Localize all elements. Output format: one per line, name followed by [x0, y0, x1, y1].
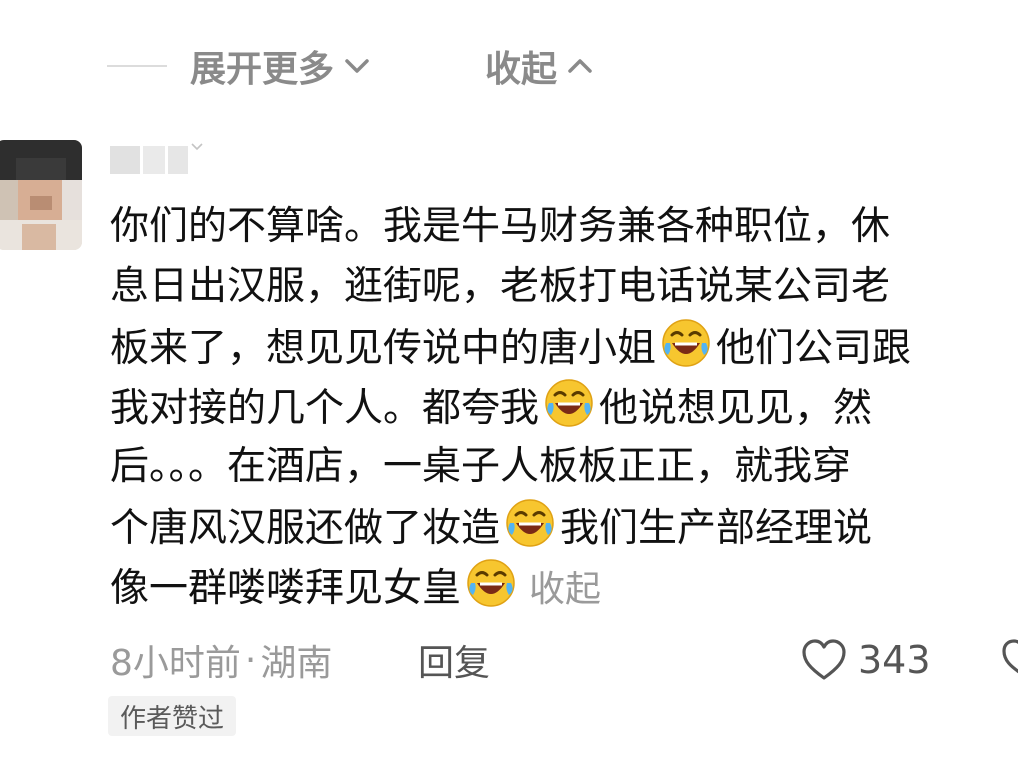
expand-more-label: 展开更多 [190, 49, 335, 90]
laughing-emoji-icon [662, 319, 710, 367]
chevron-up-icon [568, 59, 592, 73]
like-button[interactable]: 343 [800, 631, 931, 689]
comment-meta: 8小时前 · 湖南 [110, 633, 332, 687]
author-badge-label: 作者赞过 [120, 703, 225, 734]
comment-line: 后。。。在酒店，一桌子人板板正正，就我穿 [110, 444, 852, 489]
comment-fragment: 我对接的几个人。都夸我 [110, 386, 540, 431]
comment-fragment: 他们公司跟 [716, 326, 912, 371]
chevron-down-icon [191, 143, 203, 151]
comment-fragment: 个唐风汉服还做了妆造 [110, 506, 501, 551]
comment-fragment: 像一群喽喽拜见女皇 [110, 566, 462, 611]
comment-line: 板来了，想见见传说中的唐小姐 他们公司跟 [110, 317, 1018, 377]
laughing-emoji-icon [467, 559, 515, 607]
thread-divider [107, 65, 167, 67]
collapse-label: 收起 [485, 49, 558, 90]
comment-time: 8小时前 [110, 643, 241, 684]
reply-button[interactable]: 回复 [418, 633, 490, 687]
laughing-emoji-icon [506, 499, 554, 547]
comment-location: 湖南 [260, 643, 333, 684]
comment-fragment: 他说想见见，然 [599, 386, 873, 431]
comment-line: 息日出汉服，逛街呢，老板打电话说某公司老 [110, 264, 891, 309]
comment-line: 你们的不算啥。我是牛马财务兼各种职位，休 [110, 204, 891, 249]
author-liked-badge: 作者赞过 [108, 696, 237, 736]
meta-separator: · [244, 639, 257, 681]
heart-outline-icon[interactable] [998, 636, 1018, 680]
avatar[interactable] [0, 140, 82, 250]
chevron-down-icon [345, 59, 369, 73]
reply-label: 回复 [418, 643, 491, 684]
username-blurred[interactable] [110, 146, 188, 178]
heart-outline-icon [802, 639, 846, 680]
comment-line: 我对接的几个人。都夸我 他说想见见，然 [110, 377, 1018, 437]
comment-fragment: 我们生产部经理说 [560, 506, 873, 551]
collapse-button[interactable]: 收起 [485, 42, 595, 90]
laughing-emoji-icon [545, 379, 593, 427]
like-count: 343 [858, 638, 931, 682]
comment-text: 你们的不算啥。我是牛马财务兼各种职位，休 息日出汉服，逛街呢，老板打电话说某公司… [110, 197, 1018, 617]
comment-fragment: 板来了，想见见传说中的唐小姐 [110, 326, 657, 371]
comment-line: 像一群喽喽拜见女皇 收起 [110, 557, 1018, 617]
comment-line: 个唐风汉服还做了妆造 我们生产部经理说 [110, 497, 1018, 557]
comment-thread-screen: 展开更多 收起 你们的不算啥。我是牛马财务兼各种职位，休 息日出汉服，逛街呢，老… [0, 0, 1018, 764]
expand-more-button[interactable]: 展开更多 [190, 42, 372, 90]
inline-collapse-link[interactable]: 收起 [529, 569, 601, 610]
